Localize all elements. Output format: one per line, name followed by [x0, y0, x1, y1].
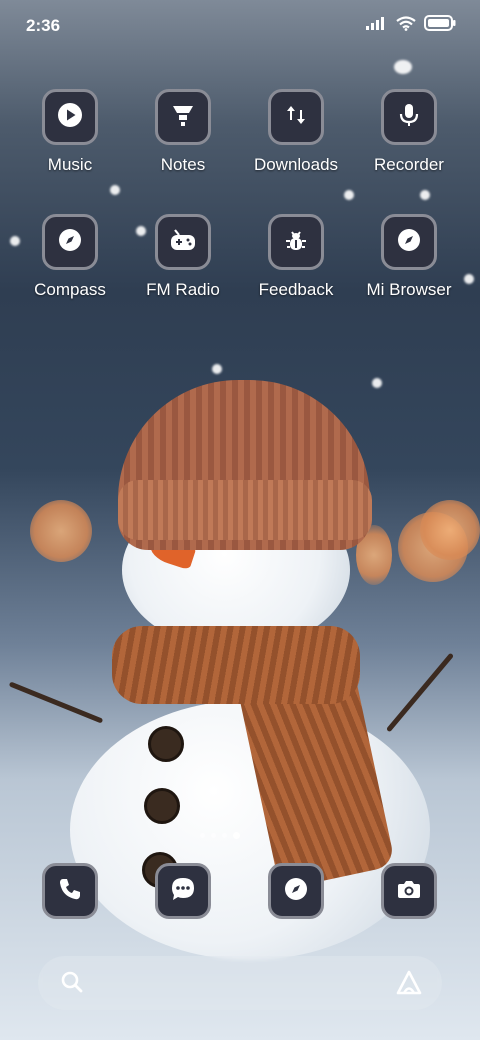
app-icon-compass[interactable] [42, 214, 98, 270]
app-icon-recorder[interactable] [381, 89, 437, 145]
app-icon-phone[interactable] [42, 863, 98, 919]
app-icon-music[interactable] [42, 89, 98, 145]
snowflake [372, 378, 382, 388]
app-music[interactable]: Music [15, 89, 125, 175]
app-icon-feedback[interactable] [268, 214, 324, 270]
app-icon-camera[interactable] [381, 863, 437, 919]
snowflake [110, 185, 120, 195]
snowflake [394, 60, 412, 74]
snowman-button [144, 788, 180, 824]
wifi-icon [396, 15, 416, 36]
app-icon-fm-radio[interactable] [155, 214, 211, 270]
snowman-arm [8, 681, 104, 724]
radio-icon [169, 227, 197, 258]
app-icon-messages[interactable] [155, 863, 211, 919]
snowflake [212, 364, 222, 374]
app-fm-radio[interactable]: FM Radio [128, 214, 238, 300]
page-dot[interactable] [211, 833, 216, 838]
status-icons [366, 15, 456, 36]
app-label: Compass [34, 280, 106, 299]
messages-icon [169, 875, 197, 908]
snowflake [420, 190, 430, 200]
app-downloads[interactable]: Downloads [241, 89, 351, 175]
app-label: Notes [160, 155, 206, 174]
search-bar[interactable] [38, 956, 442, 1010]
assistant-icon[interactable] [394, 968, 424, 1003]
snowflake [464, 274, 474, 284]
app-icon-downloads[interactable] [268, 89, 324, 145]
app-mi-browser[interactable]: Mi Browser [354, 214, 464, 300]
play-icon [57, 102, 83, 133]
snowman-hat-band [118, 480, 372, 540]
microphone-icon [396, 102, 422, 133]
phone-icon [57, 876, 83, 907]
clock: 2:36 [26, 16, 61, 35]
search-icon[interactable] [60, 970, 84, 999]
browser-compass-icon [396, 227, 422, 258]
status-bar: 2:36 [0, 0, 480, 50]
app-label: Music [47, 155, 93, 174]
bug-icon [283, 227, 309, 258]
app-compass[interactable]: Compass [15, 214, 125, 300]
app-icon-notes[interactable] [155, 89, 211, 145]
app-label: Mi Browser [366, 280, 452, 299]
page-dot[interactable] [200, 833, 205, 838]
dock-camera[interactable] [381, 863, 437, 919]
browser-compass-icon [283, 876, 309, 907]
snowflake [344, 190, 354, 200]
notes-icon [170, 102, 196, 133]
app-icon-browser[interactable] [268, 863, 324, 919]
battery-icon [424, 15, 456, 36]
dock-browser[interactable] [268, 863, 324, 919]
app-feedback[interactable]: Feedback [241, 214, 351, 300]
dock-messages[interactable] [155, 863, 211, 919]
page-dot-active[interactable] [233, 832, 240, 839]
snowman-button [148, 726, 184, 762]
wallpaper-bokeh [30, 500, 92, 562]
snowman-arm [385, 652, 455, 733]
app-label: Recorder [374, 155, 444, 174]
app-label: FM Radio [146, 280, 220, 299]
app-label: Feedback [258, 280, 334, 299]
snowman-scarf [112, 626, 360, 704]
app-label: Downloads [253, 155, 339, 174]
wallpaper-bokeh [420, 500, 480, 560]
app-notes[interactable]: Notes [128, 89, 238, 175]
home-screen: 2:36 Music Notes Downloads Recorder Comp… [0, 0, 480, 1040]
dock-phone[interactable] [42, 863, 98, 919]
signal-icon [366, 16, 388, 35]
app-icon-mi-browser[interactable] [381, 214, 437, 270]
camera-icon [396, 877, 422, 906]
compass-icon [57, 227, 83, 258]
page-dot[interactable] [222, 833, 227, 838]
page-indicator[interactable] [200, 832, 240, 839]
app-recorder[interactable]: Recorder [354, 89, 464, 175]
downloads-icon [283, 102, 309, 133]
